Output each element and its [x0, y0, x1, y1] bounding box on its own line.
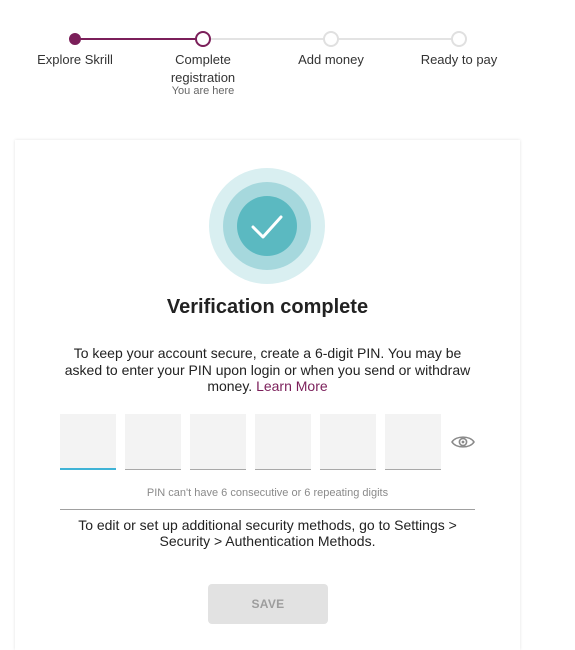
- pin-digit-2[interactable]: [125, 414, 181, 470]
- step-label-add-money: Add money: [298, 52, 364, 67]
- step-dot-ready-to-pay: [451, 31, 467, 47]
- step-dot-add-money: [323, 31, 339, 47]
- verification-card: Verification complete To keep your accou…: [15, 140, 520, 650]
- step-label-complete-registration-text: Complete registration: [170, 52, 236, 85]
- page-title: Verification complete: [166, 296, 369, 318]
- pin-hint: PIN can't have 6 consecutive or 6 repeat…: [146, 487, 389, 499]
- check-circle-ring: [223, 182, 311, 270]
- pin-digit-1[interactable]: [60, 414, 116, 470]
- stepper-track-completed: [75, 38, 203, 40]
- progress-stepper: Explore Skrill Complete registration You…: [0, 0, 575, 110]
- pin-input-group: [60, 414, 500, 470]
- learn-more-link[interactable]: Learn More: [256, 378, 328, 394]
- step-label-ready-to-pay: Ready to pay: [420, 52, 498, 67]
- divider: [60, 509, 475, 510]
- pin-instructions: To keep your account secure, create a 6-…: [55, 345, 480, 395]
- step-label-explore-skrill: Explore Skrill: [37, 52, 113, 67]
- pin-digit-6[interactable]: [385, 414, 441, 470]
- pin-digit-5[interactable]: [320, 414, 376, 470]
- security-methods-note: To edit or set up additional security me…: [78, 517, 457, 549]
- step-label-complete-registration: Complete registration: [143, 51, 263, 87]
- check-circle-core: [237, 196, 297, 256]
- checkmark-icon: [251, 215, 283, 239]
- pin-digit-4[interactable]: [255, 414, 311, 470]
- step-dot-explore-skrill: [69, 33, 81, 45]
- save-button[interactable]: SAVE: [208, 584, 328, 624]
- check-circle-icon: [209, 168, 325, 284]
- eye-icon[interactable]: [450, 429, 476, 455]
- pin-digit-3[interactable]: [190, 414, 246, 470]
- step-sublabel-you-are-here: You are here: [171, 85, 235, 97]
- step-dot-complete-registration: [195, 31, 211, 47]
